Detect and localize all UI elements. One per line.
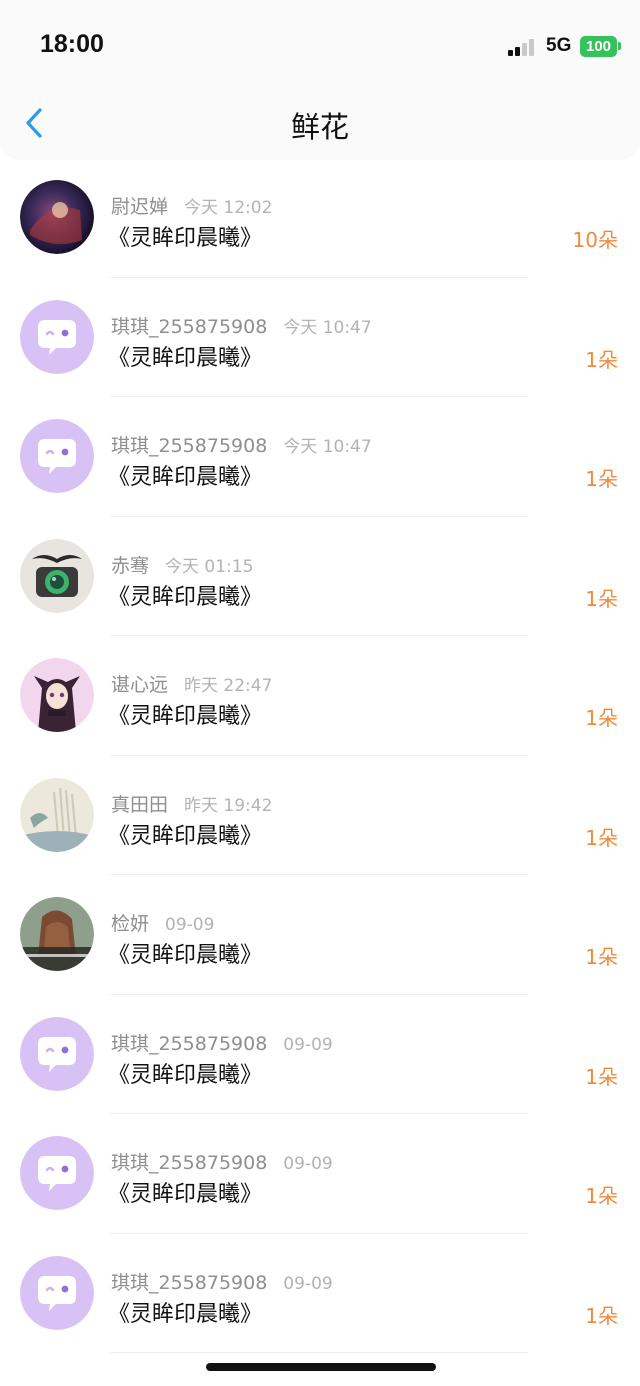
book-title: 《灵眸印晨曦》 <box>108 1301 263 1327</box>
top-bar: 18:00 5G 100 鲜花 <box>0 0 640 158</box>
avatar[interactable] <box>20 1016 94 1091</box>
avatar[interactable] <box>20 1136 94 1210</box>
list-item[interactable]: 检妍 09-09 《灵眸印晨曦》 1朵 <box>0 875 640 995</box>
timestamp: 今天 01:15 <box>165 556 254 577</box>
list-item[interactable]: 琪琪_255875908 今天 10:47 《灵眸印晨曦》 1朵 <box>0 397 640 517</box>
username[interactable]: 检妍 <box>111 913 149 935</box>
item-meta: 琪琪_255875908 今天 10:47 <box>111 312 372 338</box>
flower-count: 1朵 <box>585 1064 618 1089</box>
username[interactable]: 赤骞 <box>111 555 149 577</box>
avatar[interactable] <box>20 777 94 852</box>
item-meta: 琪琪_255875908 09-09 <box>111 1268 333 1294</box>
list-item[interactable]: 尉迟婵 今天 12:02 《灵眸印晨曦》 10朵 <box>0 158 640 278</box>
book-title: 《灵眸印晨曦》 <box>108 584 263 610</box>
username[interactable]: 谌心远 <box>111 674 168 696</box>
book-title: 《灵眸印晨曦》 <box>108 704 263 729</box>
list-item[interactable]: 琪琪_255875908 09-09 《灵眸印晨曦》 1朵 <box>0 995 640 1114</box>
item-meta: 检妍 09-09 <box>111 909 214 935</box>
flower-count: 1朵 <box>585 945 618 969</box>
avatar[interactable] <box>20 658 94 732</box>
page-title: 鲜花 <box>290 110 349 144</box>
timestamp: 09-09 <box>283 1273 333 1294</box>
battery-tip <box>618 42 621 50</box>
timestamp: 09-09 <box>283 1154 333 1174</box>
item-meta: 琪琪_255875908 09-09 <box>111 1148 333 1174</box>
item-meta: 尉迟婵 今天 12:02 <box>111 192 272 218</box>
book-title: 《灵眸印晨曦》 <box>108 226 263 251</box>
flower-count: 1朵 <box>585 825 618 850</box>
timestamp: 今天 12:02 <box>184 198 273 218</box>
timestamp: 昨天 19:42 <box>184 795 273 816</box>
flower-count: 1朵 <box>585 1184 618 1208</box>
username[interactable]: 尉迟婵 <box>111 196 168 218</box>
status-time: 18:00 <box>40 30 104 58</box>
avatar[interactable] <box>20 419 94 493</box>
item-meta: 赤骞 今天 01:15 <box>111 551 253 577</box>
book-title: 《灵眸印晨曦》 <box>108 345 263 371</box>
username[interactable]: 琪琪_255875908 <box>111 1152 267 1174</box>
avatar[interactable] <box>20 538 94 613</box>
flower-count: 1朵 <box>585 467 618 491</box>
flower-count: 10朵 <box>572 228 618 252</box>
timestamp: 今天 10:47 <box>283 317 372 338</box>
flower-count: 1朵 <box>585 1303 618 1328</box>
avatar[interactable] <box>20 299 94 374</box>
flower-list: 尉迟婵 今天 12:02 《灵眸印晨曦》 10朵琪琪_255875908 今天 10:4… <box>0 158 640 1353</box>
item-meta: 谌心远 昨天 22:47 <box>111 670 272 696</box>
list-item[interactable]: 琪琪_255875908 09-09 《灵眸印晨曦》 1朵 <box>0 1114 640 1234</box>
avatar[interactable] <box>20 897 94 971</box>
battery-icon: 100 <box>580 36 617 57</box>
username[interactable]: 真田田 <box>111 794 168 816</box>
book-title: 《灵眸印晨曦》 <box>108 1182 263 1207</box>
username[interactable]: 琪琪_255875908 <box>111 1033 267 1055</box>
list-item[interactable]: 真田田 昨天 19:42 《灵眸印晨曦》 1朵 <box>0 756 640 875</box>
timestamp: 09-09 <box>283 1034 333 1055</box>
username[interactable]: 琪琪_255875908 <box>111 316 267 338</box>
book-title: 《灵眸印晨曦》 <box>108 823 263 849</box>
flower-count: 1朵 <box>585 347 618 372</box>
list-item[interactable]: 琪琪_255875908 09-09 《灵眸印晨曦》 1朵 <box>0 1234 640 1353</box>
item-meta: 琪琪_255875908 今天 10:47 <box>111 431 372 457</box>
flower-count: 1朵 <box>585 586 618 611</box>
timestamp: 09-09 <box>165 915 215 935</box>
item-meta: 真田田 昨天 19:42 <box>111 790 272 816</box>
avatar[interactable] <box>20 180 94 254</box>
list-item[interactable]: 赤骞 今天 01:15 《灵眸印晨曦》 1朵 <box>0 517 640 636</box>
list-item[interactable]: 谌心远 昨天 22:47 《灵眸印晨曦》 1朵 <box>0 636 640 756</box>
username[interactable]: 琪琪_255875908 <box>111 1272 267 1294</box>
book-title: 《灵眸印晨曦》 <box>108 1062 263 1088</box>
list-item[interactable]: 琪琪_255875908 今天 10:47 《灵眸印晨曦》 1朵 <box>0 278 640 397</box>
item-meta: 琪琪_255875908 09-09 <box>111 1029 333 1055</box>
avatar[interactable] <box>20 1255 94 1330</box>
timestamp: 今天 10:47 <box>283 437 372 457</box>
book-title: 《灵眸印晨曦》 <box>108 943 263 968</box>
signal-icon <box>508 38 538 56</box>
timestamp: 昨天 22:47 <box>184 676 273 696</box>
divider <box>110 1352 528 1353</box>
username[interactable]: 琪琪_255875908 <box>111 435 267 457</box>
book-title: 《灵眸印晨曦》 <box>108 465 263 490</box>
network-type: 5G <box>546 35 572 56</box>
home-indicator <box>206 1363 436 1371</box>
flower-count: 1朵 <box>585 706 618 730</box>
